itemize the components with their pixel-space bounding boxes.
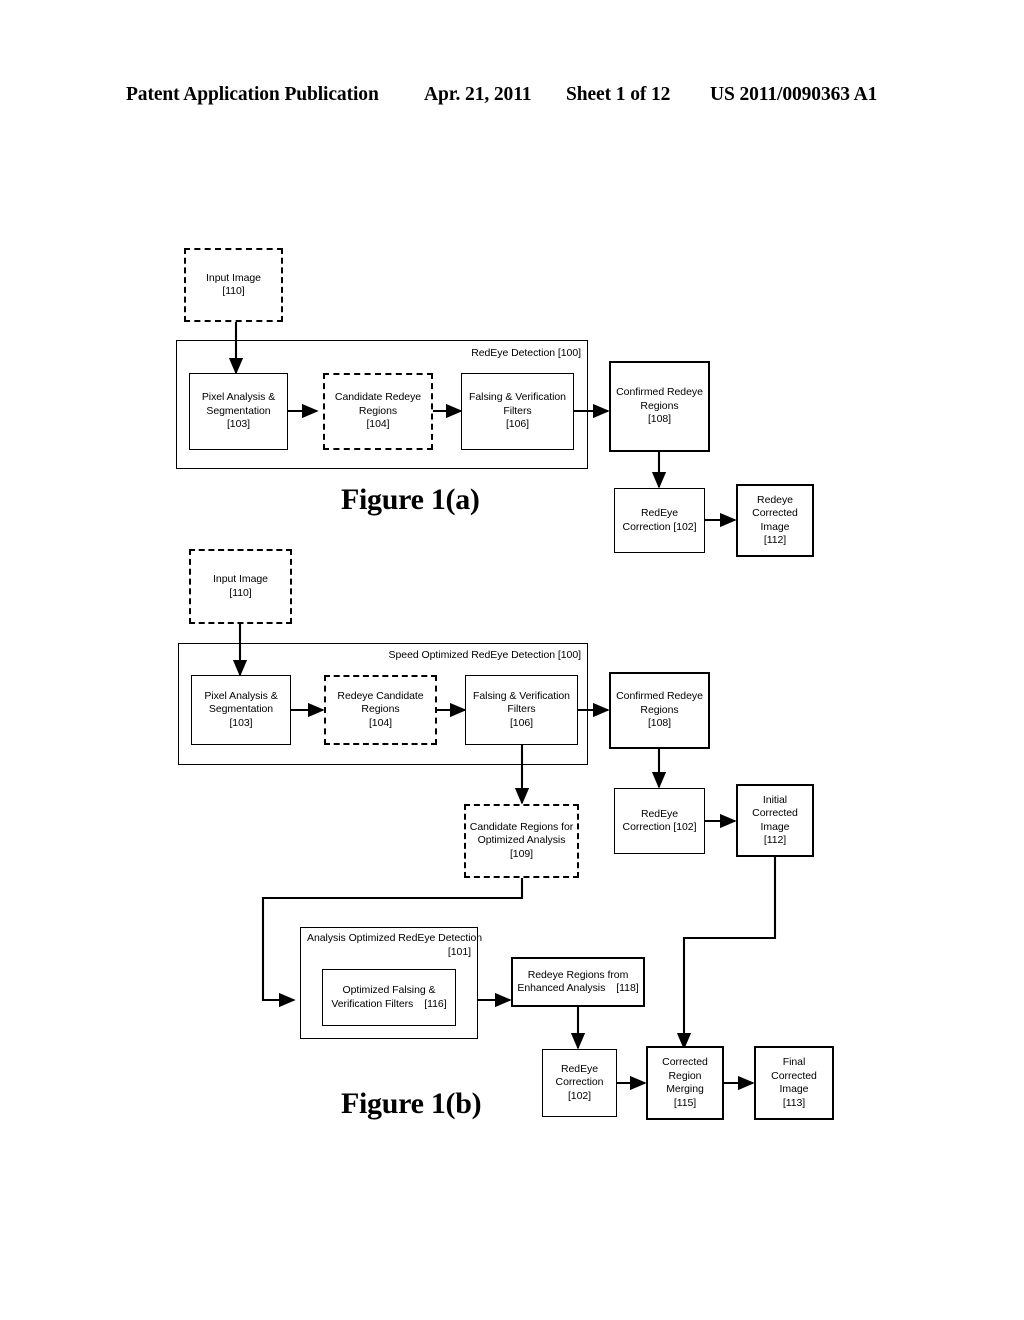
node-line: Candidate Regions for [469,820,574,833]
node-line: Confirmed Redeye [616,690,703,703]
node-line: Initial [762,793,788,806]
node-line: Image [779,1083,809,1095]
node-line: Region [668,1069,702,1082]
node-pixel-analysis-segmentation-fig1a: Pixel Analysis & Segmentation [103] [189,373,288,450]
node-ref: [108] [647,717,672,730]
node-line: Redeye Candidate [337,689,424,702]
node-ref: [104] [368,716,393,729]
node-line: Falsing & Verification [473,689,570,702]
node-candidate-regions-optimized-analysis-fig1b: Candidate Regions for Optimized Analysis… [464,804,579,878]
node-line: Input Image [206,271,261,284]
node-ref: [102] [567,1089,592,1102]
node-line-text: Enhanced Analysis [517,982,606,994]
node-line: Redeye [757,493,793,506]
node-ref: [113] [782,1096,806,1109]
node-ref: [110] [222,285,245,297]
node-line: Final [782,1056,806,1068]
figure-caption-1b: Figure 1(b) [341,1087,482,1120]
node-line: Regions [640,703,679,716]
node-ref: [103] [226,418,251,431]
node-line: Regions [358,404,398,417]
node-line: Confirmed Redeye [616,386,703,399]
node-ref: [116] [424,997,447,1010]
node-ref: [106] [509,716,534,729]
node-ref: [118] [616,982,639,994]
node-ref: [115] [673,1096,697,1109]
node-line: Filters [507,703,536,716]
container-label-redeye-detection: RedEye Detection [100] [471,347,581,359]
node-redeye-correction-fig1a: RedEye Correction [102] [614,488,705,553]
node-line: Correction [102] [622,520,697,533]
node-line: Corrected [752,507,798,519]
node-line-with-ref: Verification Filters [116] [331,998,446,1012]
node-line: Redeye Regions from [527,968,629,981]
node-line: RedEye [640,507,679,519]
node-line: Regions [361,703,400,716]
node-pixel-analysis-segmentation-fig1b: Pixel Analysis & Segmentation [103] [191,675,291,745]
node-line: Correction [102] [622,821,697,833]
container-label-analysis-optimized-detection-ref: [101] [447,946,471,958]
node-line: Candidate Redeye [334,391,422,404]
container-label-speed-optimized-detection: Speed Optimized RedEye Detection [100] [388,649,582,661]
node-corrected-region-merging-fig1b: Corrected Region Merging [115] [646,1046,724,1120]
node-ref: [110] [229,586,252,599]
node-line: Corrected [752,807,798,819]
node-ref: [109] [509,847,534,860]
node-line: Pixel Analysis & [204,689,278,702]
node-line: Corrected [771,1069,817,1082]
node-line: Corrected [662,1056,708,1068]
node-ref: [108] [647,413,672,426]
node-confirmed-redeye-regions-fig1a: Confirmed Redeye Regions [108] [609,361,710,452]
node-falsing-verification-filters-fig1b: Falsing & Verification Filters [106] [465,675,578,745]
node-line: Falsing & Verification [469,391,566,404]
container-label-analysis-optimized-detection-title: Analysis Optimized RedEye Detection [307,932,483,944]
node-final-corrected-image-fig1b: Final Corrected Image [113] [754,1046,834,1120]
node-line: Segmentation [208,703,274,716]
node-ref: [104] [366,418,390,431]
node-redeye-correction-2-fig1b: RedEye Correction [102] [542,1049,617,1117]
node-redeye-candidate-regions-fig1b: Redeye Candidate Regions [104] [324,675,437,745]
node-line: Image [760,520,790,533]
node-input-image-fig1a: Input Image [110] [184,248,283,322]
node-line: Optimized Falsing & [342,984,436,996]
node-redeye-corrected-image-fig1a: Redeye Corrected Image [112] [736,484,814,557]
node-line-text: Verification Filters [331,997,414,1010]
figure-caption-1a: Figure 1(a) [341,483,480,516]
node-candidate-redeye-regions-fig1a: Candidate Redeye Regions [104] [323,373,433,450]
node-ref: [103] [229,716,253,729]
node-line: RedEye [640,807,679,820]
node-initial-corrected-image-fig1b: Initial Corrected Image [112] [736,784,814,857]
node-falsing-verification-filters-fig1a: Falsing & Verification Filters [106] [461,373,574,450]
node-line: Correction [555,1076,604,1089]
node-line-with-ref: Enhanced Analysis [118] [517,982,638,996]
node-ref: [106] [505,418,530,431]
node-redeye-correction-1-fig1b: RedEye Correction [102] [614,788,705,854]
node-input-image-fig1b: Input Image [110] [189,549,292,624]
node-line: Input Image [213,573,268,585]
node-confirmed-redeye-regions-fig1b: Confirmed Redeye Regions [108] [609,672,710,749]
node-line: Filters [503,404,532,417]
node-line: Merging [666,1083,704,1095]
node-optimized-falsing-verification-filters-fig1b: Optimized Falsing & Verification Filters… [322,969,456,1026]
node-ref: [112] [763,534,787,546]
node-redeye-regions-enhanced-analysis-fig1b: Redeye Regions from Enhanced Analysis [11… [511,957,645,1007]
node-line: Pixel Analysis & [201,391,276,404]
node-ref: [112] [763,834,787,846]
node-line: Optimized Analysis [477,834,566,847]
node-line: RedEye [560,1062,599,1075]
node-line: Segmentation [206,404,271,417]
node-line: Image [760,820,790,833]
node-line: Regions [640,399,679,412]
